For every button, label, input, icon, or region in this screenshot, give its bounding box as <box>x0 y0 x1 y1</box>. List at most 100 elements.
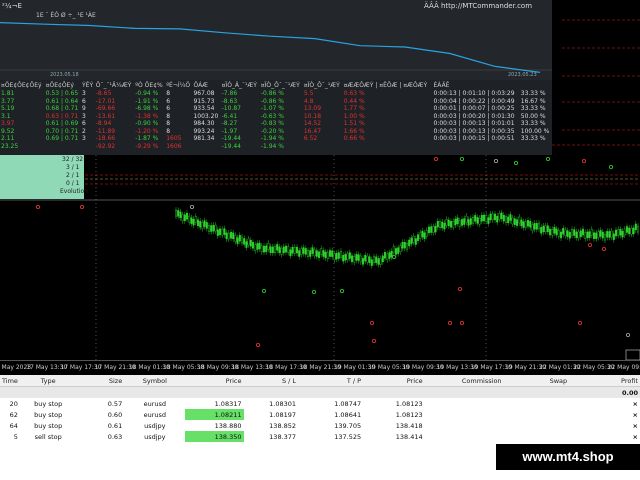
stats-cell: 0.61 | 0.64 <box>45 97 79 105</box>
candle-body <box>485 215 488 222</box>
orders-header[interactable]: Symbol <box>124 375 186 387</box>
order-row[interactable]: 64 buy stop 0.61 usdjpy 138.880 138.852 139.70… <box>0 420 640 431</box>
candle-body <box>544 225 547 232</box>
candle-body <box>465 215 468 223</box>
stats-cell <box>81 143 95 151</box>
candle-body <box>623 228 626 236</box>
order-symbol: eurusd <box>143 410 167 419</box>
candle-body <box>454 218 457 226</box>
order-marker <box>261 288 266 293</box>
candle-body <box>445 219 448 226</box>
candle-body <box>212 224 215 232</box>
order-price: 1.08317 <box>214 399 242 408</box>
close-order-icon[interactable]: × <box>569 420 640 431</box>
close-order-icon[interactable]: × <box>569 398 640 409</box>
stats-cell: 5.19 <box>1 105 15 112</box>
orders-header[interactable]: Price <box>363 375 425 387</box>
candle-body <box>331 250 334 257</box>
order-size: 0.63 <box>107 432 123 441</box>
stats-cell: -10.87 <box>221 105 241 112</box>
order-tp: 1.08641 <box>334 410 362 419</box>
stats-cell: 100.00 % <box>520 127 550 135</box>
candle-body <box>192 218 195 226</box>
stats-row: 23.25 -92.92 -9.29 % 1606 -19.44 -1.94 % <box>0 143 552 151</box>
candle-body <box>615 229 618 237</box>
candle-body <box>194 216 197 223</box>
stats-cell: -1.91 % <box>135 97 159 105</box>
candle-body <box>439 221 442 228</box>
candle-body <box>522 221 525 228</box>
stats-header: ºÒ ÕE¢% <box>135 82 163 90</box>
order-marker <box>255 342 260 347</box>
candle-body <box>577 231 580 239</box>
candle-body <box>619 229 622 236</box>
stats-cell: -8.63 <box>221 97 238 105</box>
order-symbol: eurusd <box>143 399 167 408</box>
candle-body <box>234 235 237 242</box>
orders-header[interactable]: Profit <box>569 375 640 387</box>
stats-cell: -9.29 % <box>135 142 159 150</box>
candle-body <box>520 219 523 227</box>
candle-body <box>546 225 549 232</box>
order-row[interactable]: 62 buy stop 0.60 eurusd 1.08211 1.08197 1.0864… <box>0 409 640 420</box>
candle-body <box>205 222 208 229</box>
price-chart[interactable] <box>0 155 640 360</box>
candle-body <box>282 246 285 254</box>
candle-body <box>333 253 336 261</box>
orders-header[interactable]: Time <box>0 375 20 387</box>
orders-header[interactable]: Size <box>76 375 125 387</box>
orders-header[interactable]: S / L <box>243 375 299 387</box>
candle-body <box>637 225 640 233</box>
toolbar-menu[interactable]: 1E ¯ ÈÓ Ø ÷_ ¹E ¹ÀE <box>36 12 96 19</box>
stats-cell <box>303 143 343 151</box>
close-order-icon[interactable]: × <box>569 431 640 442</box>
candle-body <box>478 217 481 225</box>
stats-cell: 981.34 <box>193 135 215 142</box>
close-order-icon[interactable]: × <box>569 409 640 420</box>
candle-body <box>278 246 281 253</box>
candle-body <box>329 250 332 257</box>
order-size: 0.60 <box>107 410 123 419</box>
candle-body <box>318 251 321 259</box>
stats-cell: -6.41 <box>221 112 238 120</box>
candle-body <box>223 228 226 235</box>
candle-body <box>265 245 268 253</box>
orders-header[interactable]: Type <box>19 375 77 387</box>
candle-body <box>346 253 349 261</box>
orders-header[interactable]: Commission <box>424 375 504 387</box>
order-row[interactable]: 5 sell stop 0.63 usdjpy 138.350 138.377 137.52… <box>0 431 640 442</box>
candle-body <box>573 229 576 236</box>
candle-body <box>181 214 184 222</box>
mtcommander-link[interactable]: ÄÂÂ http://MTCommander.com <box>424 2 532 10</box>
candle-body <box>335 252 338 260</box>
candle-body <box>430 226 433 233</box>
candle-body <box>597 231 600 238</box>
candle-body <box>599 230 602 237</box>
orders-header[interactable]: T / P <box>298 375 364 387</box>
candle-body <box>421 230 424 238</box>
stats-cell: 33.33 % <box>520 90 546 97</box>
stats-cell: 0:00:03 | 0:00:13 | 0:01:01 <box>433 120 515 127</box>
stats-header: ¤ÖE¢ÔEý <box>45 82 74 90</box>
order-row[interactable]: 20 buy stop 0.57 eurusd 1.08317 1.08301 1.0874… <box>0 398 640 409</box>
candle-body <box>630 228 633 235</box>
time-axis: 17 May 202317 May 13:3017 May 17:3017 Ma… <box>0 360 640 376</box>
candle-body <box>326 252 329 259</box>
candle-body <box>509 214 512 221</box>
stats-cell: 16.47 <box>303 127 322 135</box>
stats-cell: 0.66 % <box>343 135 365 142</box>
candle-body <box>392 246 395 254</box>
candle-body <box>441 221 444 229</box>
stats-cell: -19.44 <box>221 142 241 150</box>
orders-header[interactable]: Swap <box>503 375 570 387</box>
candle-body <box>243 238 246 245</box>
stats-cell: 0:00:03 | 0:00:15 | 0:00:51 <box>433 135 515 142</box>
stats-cell: 4.8 <box>303 97 314 105</box>
candle-body <box>174 209 177 217</box>
stats-cell: -0.63 % <box>260 112 284 120</box>
stats-row: 3.97 0.61 | 0.69 6 -8.94 -0.90 % 8 984.30 -8.27… <box>0 120 552 128</box>
candle-body <box>309 250 312 257</box>
stats-cell: 0.69 | 0.71 <box>45 135 79 142</box>
candle-body <box>225 232 228 240</box>
orders-header[interactable]: Price <box>185 375 244 387</box>
